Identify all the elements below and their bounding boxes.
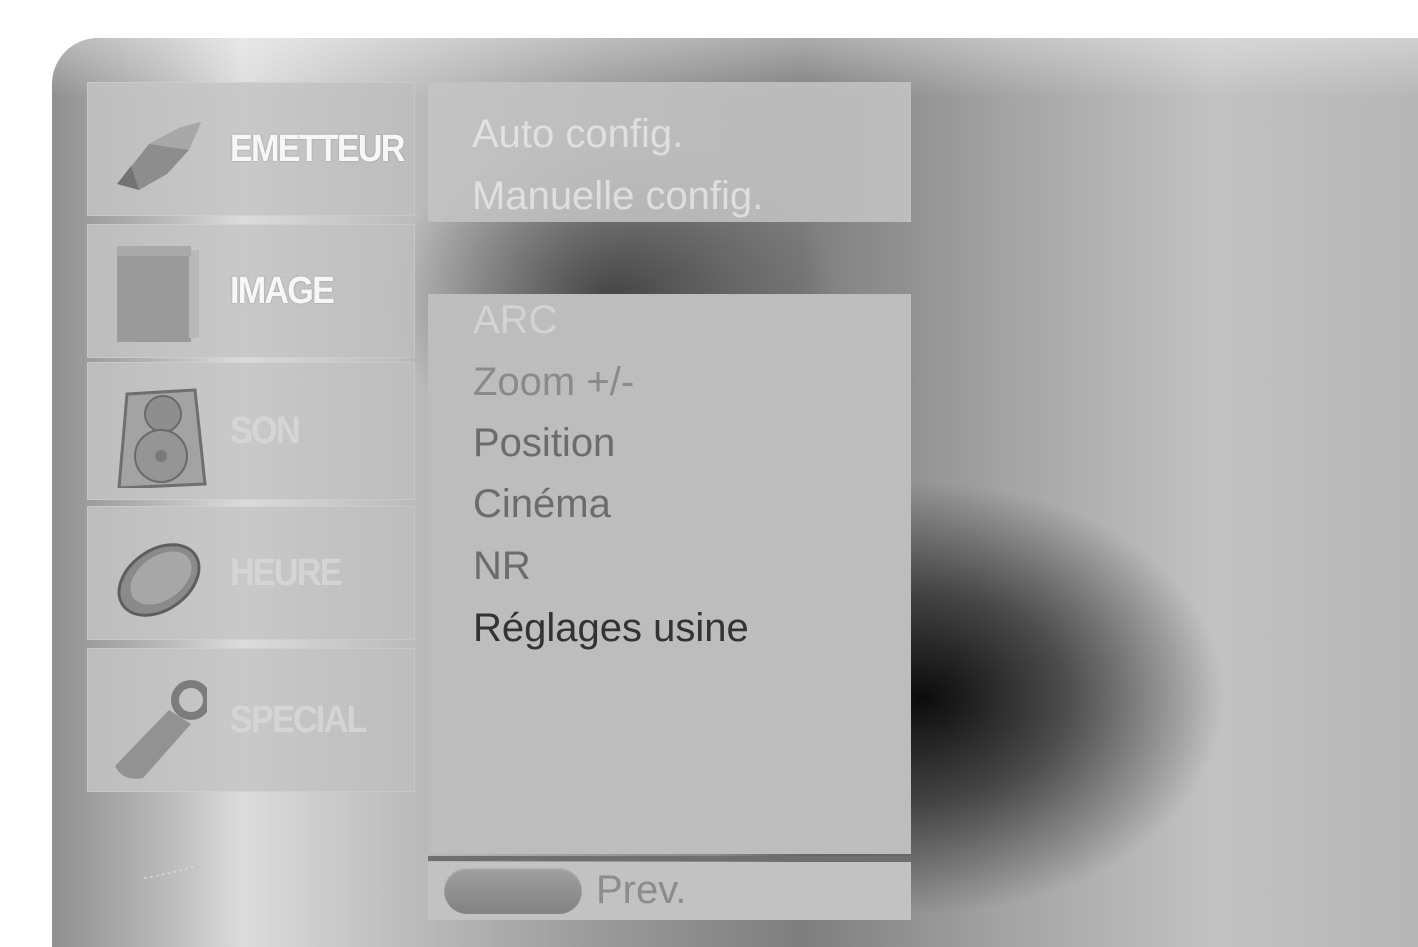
key-tag-icon: [109, 670, 211, 779]
menu-category-label: EMETTEUR: [230, 127, 406, 170]
menu-item-arc[interactable]: ARC: [473, 298, 557, 343]
menu-item-nr[interactable]: NR: [473, 544, 531, 589]
picture-screen-icon: [109, 246, 207, 342]
speaker-icon: [109, 384, 207, 490]
menu-item-position[interactable]: Position: [473, 421, 615, 466]
image-submenu: ARC Zoom +/- Position Cinéma NR Réglages…: [428, 294, 911, 854]
menu-category-son[interactable]: SON: [87, 362, 415, 500]
menu-category-label: IMAGE: [230, 269, 335, 312]
panel-divider: [428, 856, 911, 861]
menu-item-factory-reset[interactable]: Réglages usine: [473, 606, 749, 651]
prev-label: Prev.: [596, 868, 687, 912]
menu-category-image[interactable]: IMAGE: [87, 224, 415, 358]
menu-item-auto-config[interactable]: Auto config.: [472, 112, 683, 157]
satellite-dish-icon: [109, 104, 207, 200]
clock-icon: [109, 528, 207, 624]
menu-category-special[interactable]: SPECIAL: [87, 648, 415, 792]
menu-item-zoom[interactable]: Zoom +/-: [473, 360, 634, 405]
menu-item-cinema[interactable]: Cinéma: [473, 482, 611, 527]
remote-hint-icon: [143, 865, 197, 879]
menu-footer: Prev.: [428, 862, 911, 920]
menu-category-label: SPECIAL: [230, 698, 367, 741]
channel-submenu: Auto config. Manuelle config.: [428, 82, 911, 222]
menu-category-label: HEURE: [230, 551, 343, 594]
menu-category-heure[interactable]: HEURE: [87, 506, 415, 640]
menu-item-manual-config[interactable]: Manuelle config.: [472, 174, 763, 219]
menu-button-icon[interactable]: [444, 868, 582, 914]
menu-category-label: SON: [230, 409, 301, 452]
menu-category-emetteur[interactable]: EMETTEUR: [87, 82, 415, 216]
